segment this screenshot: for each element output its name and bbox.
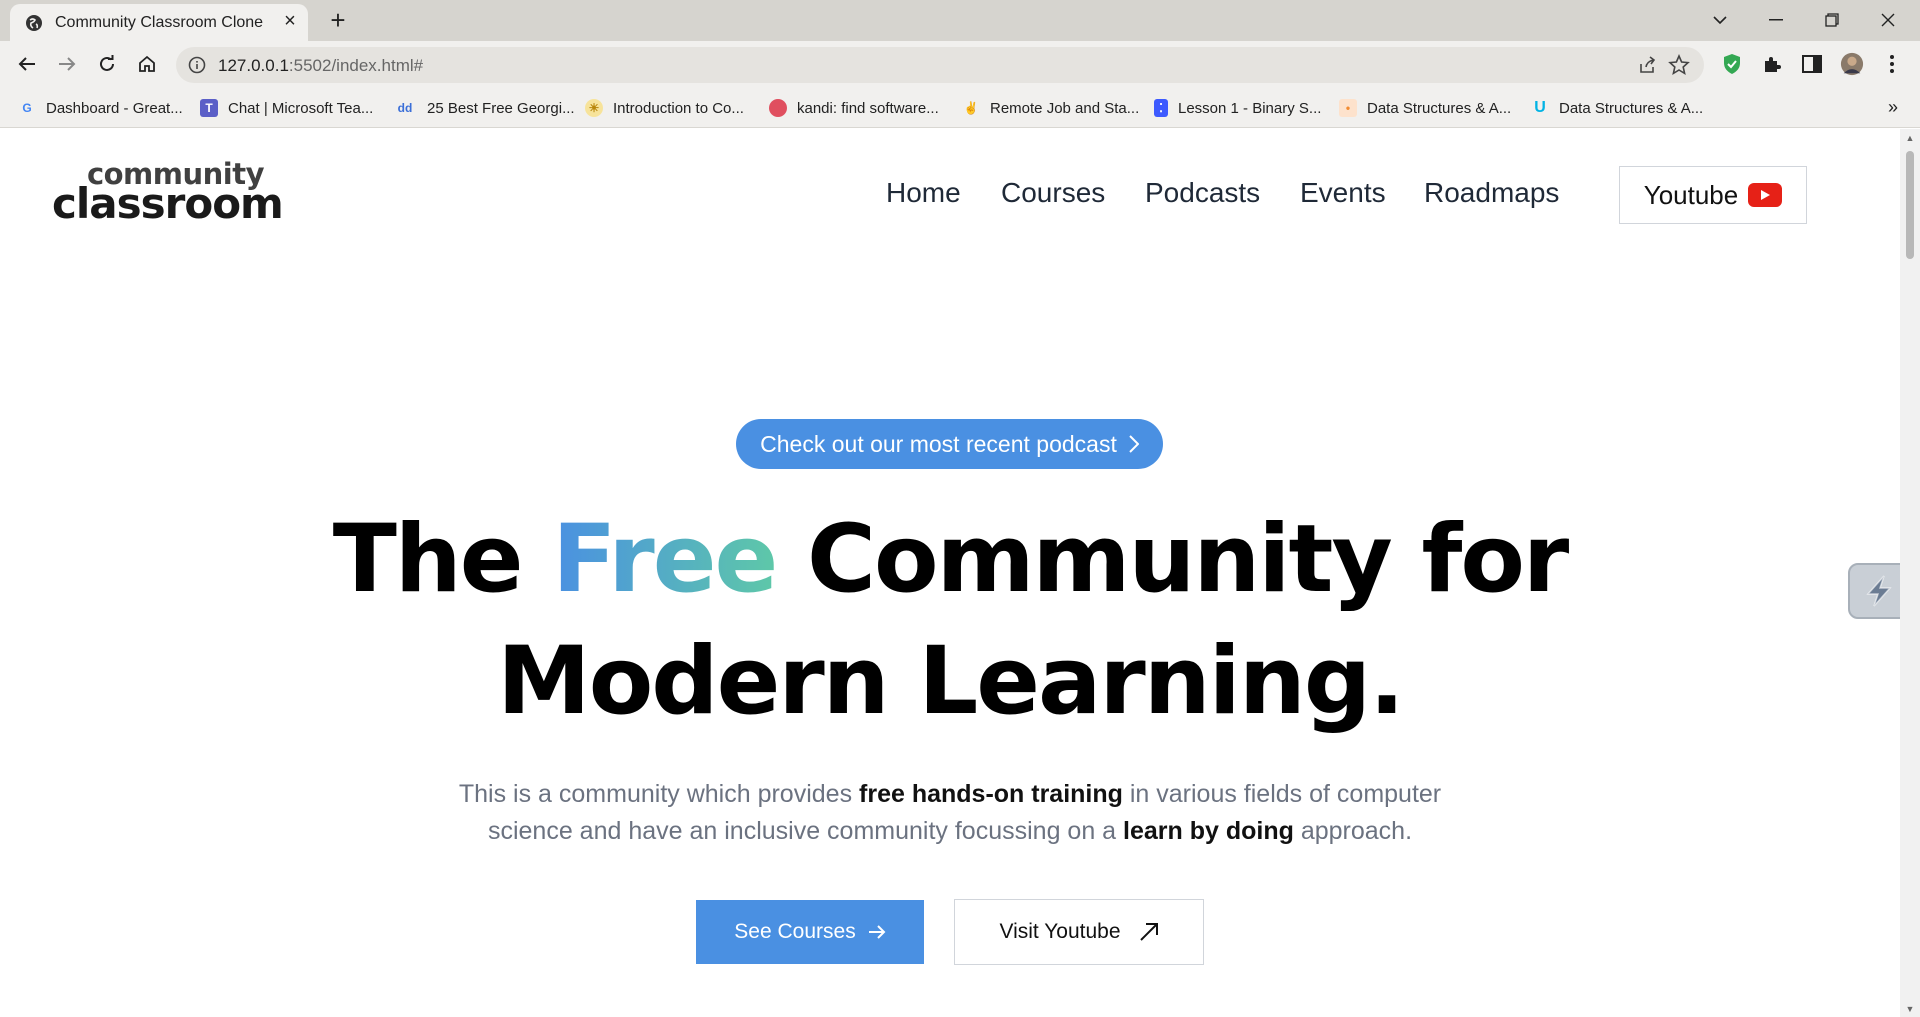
nav-roadmaps[interactable]: Roadmaps	[1424, 177, 1559, 209]
headline-line-two: Modern Learning.	[497, 627, 1405, 736]
visit-youtube-button[interactable]: Visit Youtube	[954, 899, 1204, 965]
hero-description: This is a community which provides free …	[430, 776, 1470, 850]
minimize-icon[interactable]	[1748, 0, 1804, 40]
scrollbar-thumb[interactable]	[1906, 151, 1914, 259]
bookmark-item[interactable]: kandi: find software...	[769, 97, 939, 119]
bookmark-item[interactable]: ✌ Remote Job and Sta...	[962, 97, 1140, 119]
lightning-icon	[1866, 575, 1892, 607]
teams-icon: T	[200, 99, 218, 117]
recent-podcast-pill[interactable]: Check out our most recent podcast	[736, 419, 1163, 469]
browser-toolbar: 127.0.0.1:5502/index.html#	[0, 41, 1920, 88]
bookmark-item[interactable]: G Dashboard - Great...	[18, 97, 182, 119]
google-icon: G	[22, 101, 32, 115]
restore-icon[interactable]	[1804, 0, 1860, 40]
site-logo[interactable]: community classroom	[52, 157, 284, 228]
chevron-right-icon	[1129, 435, 1139, 453]
bookmarks-bar: G Dashboard - Great... T Chat | Microsoft …	[0, 88, 1920, 128]
bookmark-item[interactable]: • Data Structures & A...	[1339, 97, 1511, 119]
see-courses-label: See Courses	[734, 920, 856, 943]
arrow-right-icon	[868, 925, 886, 939]
udacity-icon: U	[1534, 99, 1546, 116]
shield-extension-icon[interactable]	[1720, 52, 1744, 76]
bookmark-item[interactable]: T Chat | Microsoft Tea...	[200, 97, 373, 119]
description-bold: free hands-on training	[859, 780, 1123, 808]
home-icon[interactable]	[134, 51, 160, 77]
bookmark-item[interactable]: ⁚ Lesson 1 - Binary S...	[1154, 97, 1321, 119]
globe-icon	[26, 15, 42, 31]
close-tab-icon[interactable]: ×	[279, 10, 301, 32]
page-scrollbar[interactable]: ▲ ▼	[1900, 129, 1920, 1017]
dd-icon: dd	[397, 101, 413, 115]
nav-podcasts[interactable]: Podcasts	[1145, 177, 1260, 209]
tab-title: Community Classroom Clone	[55, 14, 264, 31]
close-window-icon[interactable]	[1860, 0, 1916, 40]
extensions-puzzle-icon[interactable]	[1760, 52, 1784, 76]
more-bookmarks-icon[interactable]: »	[1888, 97, 1898, 118]
share-icon[interactable]	[1638, 55, 1658, 75]
podcast-pill-label: Check out our most recent podcast	[760, 430, 1117, 457]
ds-icon: •	[1339, 99, 1357, 117]
forward-icon[interactable]	[54, 51, 80, 77]
bookmark-item[interactable]: dd 25 Best Free Georgi...	[393, 97, 575, 119]
back-icon[interactable]	[14, 51, 40, 77]
url-text[interactable]: 127.0.0.1:5502/index.html#	[218, 56, 423, 76]
logo-classroom-text: classroom	[52, 179, 284, 228]
description-text: This is a community which provides	[458, 780, 860, 808]
browser-menu-icon[interactable]	[1880, 52, 1904, 76]
side-panel-icon[interactable]	[1800, 52, 1824, 76]
description-bold: learn by doing	[1123, 817, 1294, 845]
sun-icon: ☀	[585, 99, 603, 117]
profile-avatar[interactable]	[1840, 52, 1864, 76]
tab-search-chevron-icon[interactable]	[1692, 0, 1748, 40]
floating-extension-widget[interactable]	[1848, 563, 1900, 619]
address-bar[interactable]: 127.0.0.1:5502/index.html#	[176, 47, 1704, 83]
nav-courses[interactable]: Courses	[1001, 177, 1105, 209]
browser-tab[interactable]: Community Classroom Clone ×	[10, 4, 308, 41]
headline-highlight-free: Free	[552, 505, 778, 614]
reload-icon[interactable]	[94, 51, 120, 77]
see-courses-button[interactable]: See Courses	[696, 900, 924, 964]
browser-tab-strip: Community Classroom Clone × +	[0, 0, 1920, 41]
scroll-up-arrow-icon[interactable]: ▲	[1905, 134, 1915, 143]
visit-youtube-label: Visit Youtube	[999, 920, 1121, 943]
youtube-button-label: Youtube	[1643, 179, 1739, 210]
headline-part: The	[332, 505, 553, 614]
headline-part: Community for	[776, 505, 1569, 614]
bookmark-item[interactable]: ☀ Introduction to Co...	[585, 97, 744, 119]
youtube-nav-button[interactable]: Youtube	[1619, 166, 1807, 224]
arrow-up-right-icon	[1139, 923, 1158, 941]
hero-headline: The Free Community for Modern Learning.	[0, 499, 1900, 743]
nav-events[interactable]: Events	[1300, 177, 1386, 209]
dice-icon: ⁚	[1154, 99, 1168, 117]
kandi-icon	[769, 99, 787, 117]
page-viewport: community classroom Home Courses Podcast…	[0, 129, 1900, 1017]
site-info-icon[interactable]	[188, 56, 206, 74]
youtube-play-icon	[1748, 183, 1783, 207]
description-text: approach.	[1293, 817, 1413, 845]
new-tab-icon[interactable]: +	[326, 7, 350, 33]
scroll-down-arrow-icon[interactable]: ▼	[1905, 1005, 1915, 1014]
bookmark-item[interactable]: U Data Structures & A...	[1531, 97, 1703, 119]
bookmark-star-icon[interactable]	[1668, 54, 1690, 76]
peace-icon: ✌	[963, 101, 979, 115]
nav-home[interactable]: Home	[886, 177, 961, 209]
